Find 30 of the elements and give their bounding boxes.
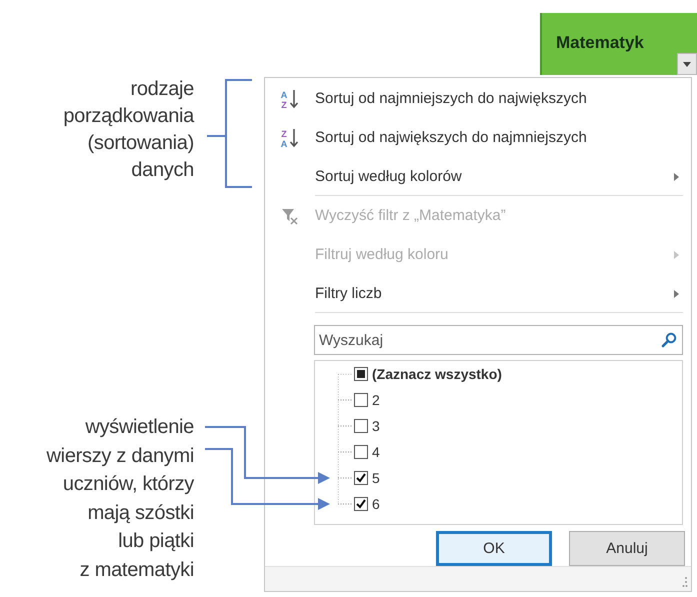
checkbox[interactable] [354, 471, 368, 485]
checkbox[interactable] [354, 445, 368, 459]
checkbox[interactable] [354, 393, 368, 407]
value-label: (Zaznacz wszystko) [372, 366, 502, 382]
submenu-arrow-icon [674, 250, 678, 258]
annotation-text: rodzaje porządkowania (sortowania) danych [63, 77, 194, 183]
value-label: 2 [372, 392, 380, 408]
checkbox[interactable] [354, 367, 368, 381]
menu-item[interactable]: Filtry liczb [265, 274, 691, 313]
value-label: 3 [372, 418, 380, 434]
clear-filter-icon [281, 206, 299, 224]
dialog-button[interactable]: Anuluj [569, 531, 685, 566]
search-icon [661, 332, 677, 348]
annotation-text: wyświetlenie wierszy z danymi uczniów, którzy mają szóstki lub piątki z matematyki [46, 415, 194, 583]
caret-icon [683, 62, 691, 66]
value-label: 4 [372, 444, 380, 460]
value-label: 6 [372, 496, 380, 512]
menu-item[interactable]: A Z Sortuj od najmniejszych do największych [265, 79, 691, 118]
filter-dropdown-button[interactable] [677, 53, 697, 75]
resize-grip-icon[interactable] [682, 576, 688, 588]
value-label: 5 [372, 470, 380, 486]
search-field[interactable]: Wyszukaj [314, 325, 683, 355]
submenu-arrow-icon [674, 290, 678, 298]
menu-item[interactable]: Sortuj według kolorów [265, 157, 691, 196]
menu-item[interactable]: Z A Sortuj od największych do najmniejszych [265, 118, 691, 157]
column-header-label: Matematyk [556, 33, 644, 53]
checkbox[interactable] [354, 497, 368, 511]
submenu-arrow-icon [674, 172, 678, 180]
dialog-button[interactable]: OK [436, 531, 552, 566]
checkbox[interactable] [354, 419, 368, 433]
